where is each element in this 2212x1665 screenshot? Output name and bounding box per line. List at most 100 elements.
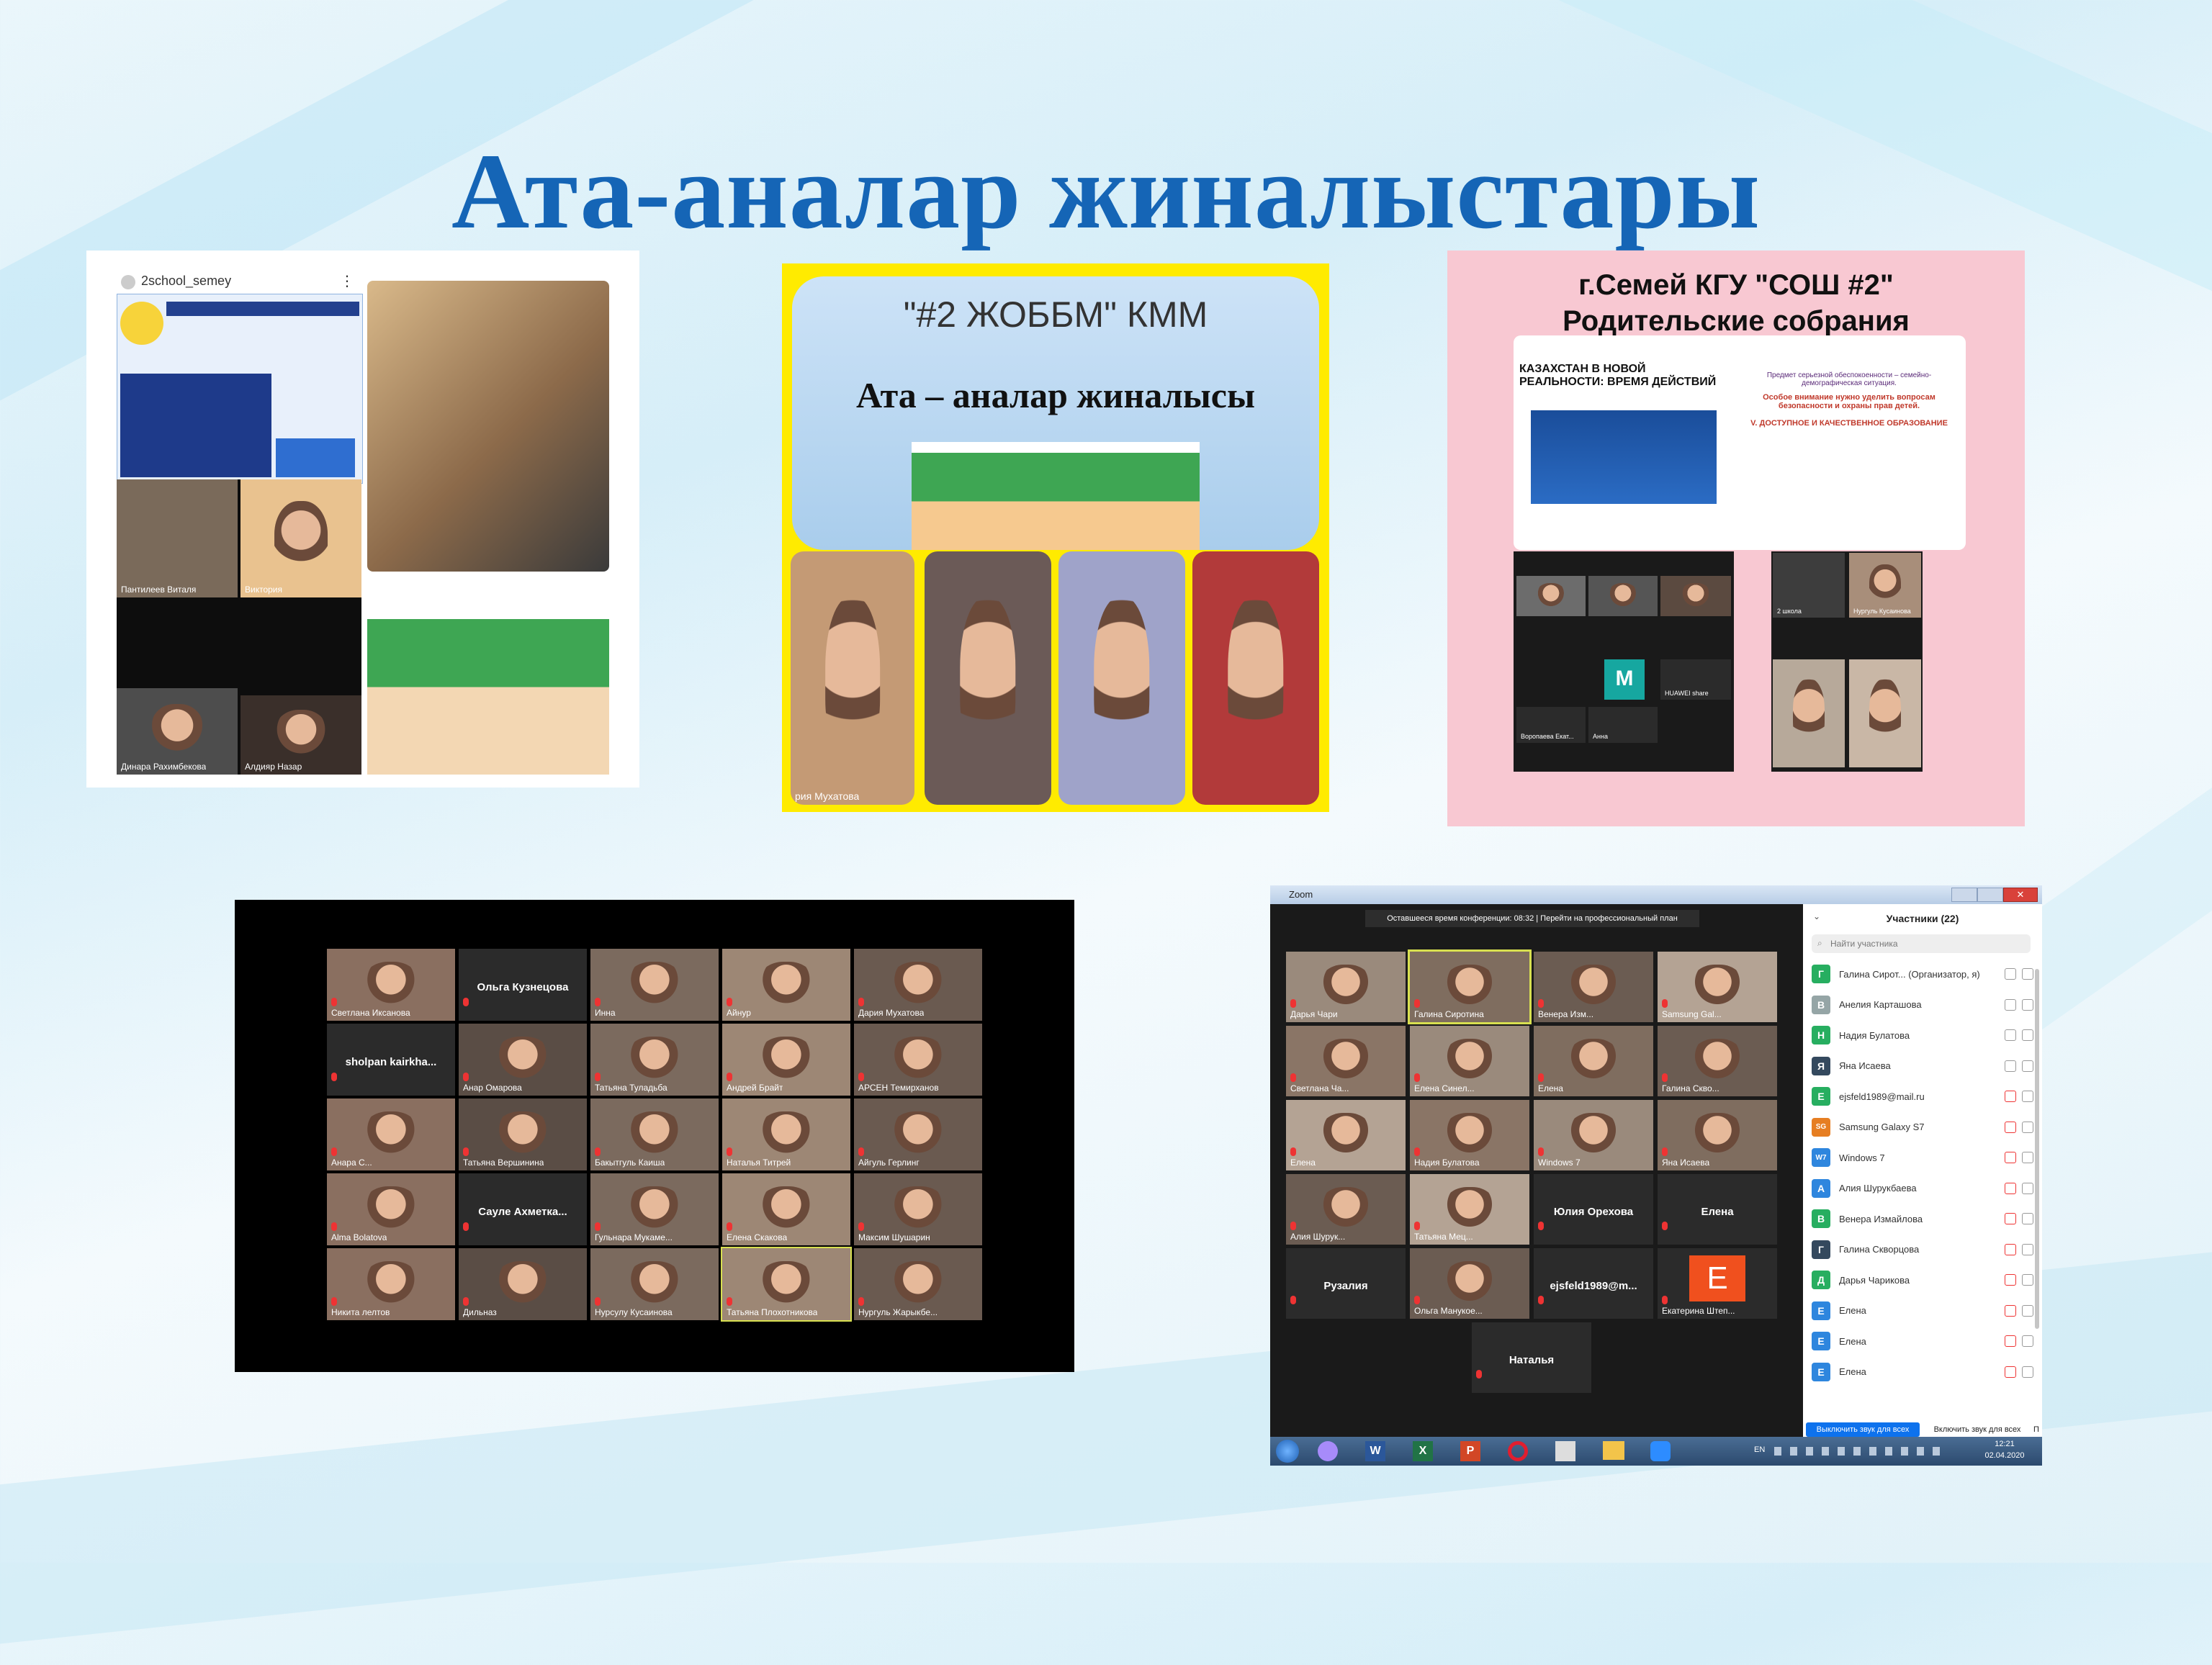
participant-list-item[interactable]: Н Надия Булатова (1812, 1021, 2033, 1049)
participant-list-item[interactable]: В Венера Измайлова (1812, 1205, 2033, 1232)
clock-date[interactable]: 02.04.2020 (1976, 1451, 2033, 1460)
video-tile[interactable]: Никита лелтов (327, 1248, 455, 1320)
video-tile[interactable]: Яна Исаева (1658, 1100, 1777, 1170)
mic-muted-icon[interactable] (2005, 1091, 2016, 1102)
video-tile[interactable]: sholpan kairkha... (327, 1024, 455, 1096)
excel-icon[interactable]: X (1413, 1441, 1433, 1461)
mic-muted-icon[interactable] (2005, 1121, 2016, 1133)
video-tile[interactable]: Елена (1286, 1100, 1406, 1170)
close-button[interactable]: ✕ (2003, 888, 2038, 902)
mic-muted-icon[interactable] (2005, 1152, 2016, 1163)
video-tile[interactable]: АРСЕН Темирханов (854, 1024, 982, 1096)
camera-icon[interactable] (2022, 1060, 2033, 1072)
participant-list-item[interactable]: Я Яна Исаева (1812, 1052, 2033, 1080)
participant-list-item[interactable]: Е Елена (1812, 1358, 2033, 1386)
video-tile[interactable]: Светлана Ча... (1286, 1026, 1406, 1096)
participant-list-item[interactable]: Еejsfeld1989@mail.ru (1812, 1083, 2033, 1110)
participant-list-item[interactable]: Г Галина Скворцова (1812, 1236, 2033, 1263)
opera-icon[interactable] (1508, 1441, 1528, 1461)
participant-list-item[interactable]: В Анелия Карташова (1812, 991, 2033, 1019)
meeting-time-banner[interactable]: Оставшееся время конференции: 08:32 | Пе… (1365, 910, 1699, 927)
mic-muted-icon[interactable] (2005, 1182, 2016, 1194)
video-tile[interactable]: Надия Булатова (1410, 1100, 1529, 1170)
camera-icon[interactable] (2022, 1091, 2033, 1102)
video-tile[interactable]: Татьяна Мец... (1410, 1174, 1529, 1245)
video-tile[interactable]: Windows 7 (1534, 1100, 1653, 1170)
video-tile[interactable]: Инна (590, 949, 719, 1021)
maximize-button[interactable] (1977, 888, 2003, 902)
more-button[interactable]: П (2033, 1422, 2042, 1437)
video-tile[interactable]: Ольга Манукое... (1410, 1248, 1529, 1319)
video-tile[interactable]: Дарья Чари (1286, 952, 1406, 1022)
video-tile[interactable]: ejsfeld1989@m... (1534, 1248, 1653, 1319)
video-tile[interactable]: E Екатерина Штеп... (1658, 1248, 1777, 1319)
video-tile[interactable]: Alma Bolatova (327, 1173, 455, 1245)
mic-icon[interactable] (2005, 1060, 2016, 1072)
scrollbar[interactable] (2035, 969, 2039, 1329)
mic-muted-icon[interactable] (2005, 1335, 2016, 1347)
mute-all-button[interactable]: Выключить звук для всех (1806, 1422, 1920, 1437)
video-tile[interactable]: Татьяна Плохотникова (721, 1247, 852, 1322)
mic-icon[interactable] (2005, 968, 2016, 980)
participant-list-item[interactable]: А Алия Шурукбаева (1812, 1175, 2033, 1202)
video-tile[interactable]: Венера Изм... (1534, 952, 1653, 1022)
video-tile[interactable]: Айгуль Герлинг (854, 1098, 982, 1170)
powerpoint-icon[interactable]: P (1460, 1441, 1480, 1461)
language-indicator[interactable]: EN (1754, 1445, 1765, 1454)
video-tile[interactable]: Галина Скво... (1658, 1026, 1777, 1096)
camera-icon[interactable] (2022, 1274, 2033, 1286)
video-tile[interactable]: Сауле Ахметка... (459, 1173, 587, 1245)
video-tile[interactable]: Нургуль Жарыкбе... (854, 1248, 982, 1320)
search-box[interactable]: ⌕ Найти участника (1812, 934, 2031, 953)
video-tile[interactable]: Светлана Иксанова (327, 949, 455, 1021)
folder-icon[interactable] (1603, 1441, 1624, 1460)
camera-icon[interactable] (2022, 1304, 2033, 1317)
menu-icon[interactable]: ⋮ (340, 272, 354, 290)
video-tile[interactable]: Елена (1658, 1174, 1777, 1245)
camera-icon[interactable] (2022, 1121, 2033, 1133)
camera-icon[interactable] (2022, 1029, 2033, 1041)
video-tile[interactable]: Наталья Титрей (722, 1098, 850, 1170)
camera-icon[interactable] (2022, 1182, 2033, 1194)
mic-icon[interactable] (2005, 1029, 2016, 1041)
camera-icon[interactable] (2022, 968, 2033, 980)
participant-list-item[interactable]: Г Галина Сирот... (Организатор, я) (1812, 960, 2033, 988)
mic-muted-icon[interactable] (2005, 1274, 2016, 1286)
camera-icon[interactable] (2022, 1366, 2033, 1378)
word-icon[interactable]: W (1365, 1441, 1385, 1461)
video-tile[interactable]: Юлия Орехова (1534, 1174, 1653, 1245)
video-tile[interactable]: Наталья (1472, 1322, 1591, 1393)
video-tile[interactable]: Рузалия (1286, 1248, 1406, 1319)
video-tile[interactable]: Анара С... (327, 1098, 455, 1170)
video-tile[interactable]: Анар Омарова (459, 1024, 587, 1096)
app-icon[interactable] (1318, 1441, 1338, 1461)
mic-icon[interactable] (2005, 998, 2016, 1011)
video-tile[interactable]: Татьяна Туладьба (590, 1024, 719, 1096)
video-tile[interactable]: Дария Мухатова (854, 949, 982, 1021)
camera-icon[interactable] (2022, 1243, 2033, 1255)
video-tile[interactable]: Татьяна Вершинина (459, 1098, 587, 1170)
video-tile[interactable]: Samsung Gal... (1658, 952, 1777, 1022)
video-tile[interactable]: Елена Синел... (1410, 1026, 1529, 1096)
mic-muted-icon[interactable] (2005, 1304, 2016, 1317)
camera-icon[interactable] (2022, 998, 2033, 1011)
video-tile[interactable]: Алия Шурук... (1286, 1174, 1406, 1245)
calculator-icon[interactable] (1555, 1441, 1575, 1461)
video-tile[interactable]: Бакытгуль Каиша (590, 1098, 719, 1170)
minimize-button[interactable] (1951, 888, 1977, 902)
mic-muted-icon[interactable] (2005, 1213, 2016, 1224)
camera-icon[interactable] (2022, 1213, 2033, 1224)
mic-muted-icon[interactable] (2005, 1366, 2016, 1378)
participant-list-item[interactable]: W7 Windows 7 (1812, 1144, 2033, 1171)
video-tile[interactable]: Елена Скакова (722, 1173, 850, 1245)
video-tile[interactable]: Айнур (722, 949, 850, 1021)
participant-list-item[interactable]: Д Дарья Чарикова (1812, 1266, 2033, 1294)
video-tile[interactable]: Елена (1534, 1026, 1653, 1096)
participant-list-item[interactable]: Е Елена (1812, 1297, 2033, 1325)
clock-time[interactable]: 12:21 (1976, 1440, 2033, 1448)
video-tile[interactable]: Галина Сиротина (1408, 949, 1532, 1024)
start-button[interactable] (1276, 1440, 1299, 1463)
tray-icons[interactable] (1774, 1447, 1947, 1456)
unmute-all-button[interactable]: Включить звук для всех (1924, 1422, 2031, 1437)
participant-list-item[interactable]: SG Samsung Galaxy S7 (1812, 1114, 2033, 1141)
